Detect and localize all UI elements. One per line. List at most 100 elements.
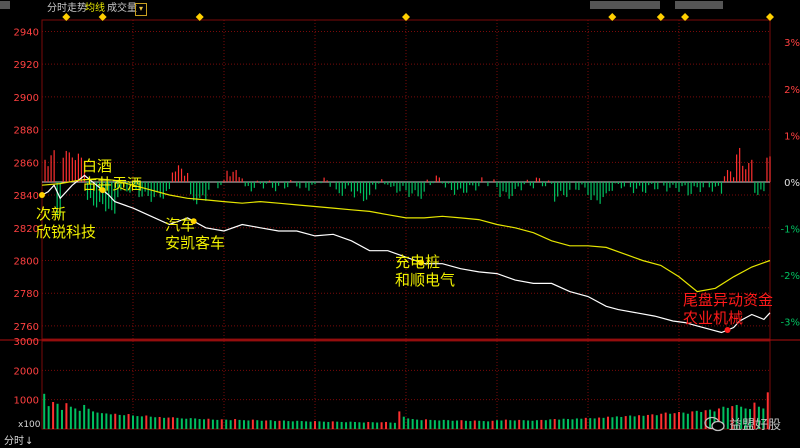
change-bar xyxy=(456,181,459,190)
volume-bar xyxy=(136,416,139,429)
pct-tick-label: 0% xyxy=(784,178,800,189)
change-bar xyxy=(708,181,710,188)
annotation-sector: 尾盘异动资金 xyxy=(683,291,774,309)
change-bar xyxy=(453,181,456,195)
change-bar xyxy=(617,181,619,184)
change-bar xyxy=(596,181,598,201)
change-bar xyxy=(535,177,538,182)
volume-bar xyxy=(398,411,401,429)
change-bar xyxy=(538,178,541,182)
change-bar xyxy=(268,180,271,182)
change-bar xyxy=(635,181,638,189)
change-bar xyxy=(190,181,192,195)
change-bar xyxy=(199,181,201,198)
change-bar xyxy=(678,181,680,192)
change-bar xyxy=(262,181,265,189)
change-bar xyxy=(338,181,340,194)
volume-bar xyxy=(638,415,641,429)
change-bar xyxy=(165,181,167,191)
change-bar xyxy=(411,181,413,194)
volume-bar xyxy=(171,417,174,429)
change-bar xyxy=(566,181,568,198)
volume-bar xyxy=(229,420,232,429)
volume-bar xyxy=(56,403,59,429)
change-bar xyxy=(417,181,419,197)
change-bar xyxy=(344,181,346,189)
pct-tick-label: -1% xyxy=(781,225,800,236)
change-bar xyxy=(229,176,231,182)
change-bar xyxy=(290,180,292,182)
intraday-chart: 2940292029002880286028402820280027802760… xyxy=(0,13,800,430)
change-bar xyxy=(414,181,416,191)
volume-bar xyxy=(420,420,423,429)
change-bar xyxy=(335,181,337,190)
change-bar xyxy=(187,172,189,182)
pct-tick-label: 2% xyxy=(784,85,800,96)
volume-bar xyxy=(109,414,112,429)
volume-bar xyxy=(78,410,81,429)
volume-bar xyxy=(469,421,472,429)
volume-bar xyxy=(105,413,108,429)
volume-bar xyxy=(575,418,578,429)
volume-bar xyxy=(678,411,680,429)
volume-bar xyxy=(496,420,498,429)
volume-unit-label: x100 xyxy=(18,420,41,430)
pct-tick-label: 3% xyxy=(784,38,800,49)
wechat-icon xyxy=(704,416,725,432)
volume-bar xyxy=(327,421,330,429)
change-bar xyxy=(393,181,395,187)
change-bar xyxy=(532,181,534,189)
volume-bar xyxy=(140,416,143,429)
change-bar xyxy=(253,181,255,188)
volume-bar xyxy=(198,419,201,429)
volume-bar xyxy=(43,393,46,429)
annotation-qiche: 汽车 安凯客车 xyxy=(165,216,225,252)
pct-tick-label: 1% xyxy=(784,131,800,142)
annotation-sector: 白酒 xyxy=(82,157,113,175)
change-bar xyxy=(696,181,698,188)
volume-bar xyxy=(589,418,592,429)
change-bar xyxy=(320,181,322,184)
change-bar xyxy=(720,181,723,194)
change-bar xyxy=(472,181,474,186)
volume-bar xyxy=(69,406,72,429)
change-bar xyxy=(362,181,365,202)
volume-bar xyxy=(127,414,130,429)
change-bar xyxy=(475,181,477,191)
volume-bar xyxy=(282,420,285,429)
volume-bar xyxy=(456,420,459,429)
volume-bar xyxy=(260,420,263,429)
change-bar xyxy=(381,179,383,182)
volume-bar xyxy=(416,419,419,429)
change-bar xyxy=(375,181,377,190)
change-bar xyxy=(611,181,613,191)
volume-bar xyxy=(487,421,490,429)
volume-bar xyxy=(660,413,663,429)
period-toggle[interactable]: 分时↓ xyxy=(4,432,33,447)
y-tick-label: 2920 xyxy=(14,60,39,71)
change-bar xyxy=(259,181,261,184)
volume-bar xyxy=(393,422,396,429)
volume-bar xyxy=(602,417,605,429)
volume-bar xyxy=(620,416,623,429)
change-bar xyxy=(460,181,462,189)
change-bar xyxy=(469,181,471,186)
change-bar xyxy=(672,181,674,185)
change-bar xyxy=(463,181,465,193)
change-bar xyxy=(299,181,301,189)
change-bar xyxy=(557,181,559,197)
volume-bar xyxy=(234,419,237,429)
change-bar xyxy=(608,181,610,192)
volume-bar xyxy=(567,419,570,429)
annotation-stock: 和顺电气 xyxy=(395,271,456,289)
y-tick-label: 2840 xyxy=(14,191,39,202)
change-bar xyxy=(326,180,328,182)
change-bar xyxy=(690,181,692,194)
change-bar xyxy=(745,169,747,182)
volume-bar xyxy=(83,404,86,429)
change-bar xyxy=(314,181,316,185)
change-bar xyxy=(77,153,79,182)
volume-bar xyxy=(629,415,632,429)
change-bar xyxy=(196,181,198,205)
volume-bar xyxy=(163,417,166,429)
